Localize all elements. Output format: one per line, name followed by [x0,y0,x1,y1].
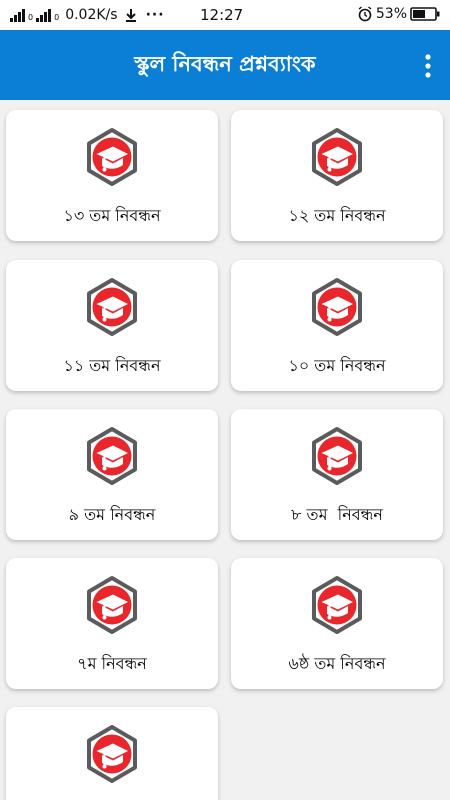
registration-card[interactable]: ১২ তম নিবন্ধন [231,110,443,241]
status-bar: 0 0 0.02K/s ··· 12:27 53% [0,0,450,30]
signal-strength-icon [10,8,25,22]
sim-indicator: 0 [28,13,34,22]
card-label: ৯ তম নিবন্ধন [68,505,156,524]
network-type-indicator: 0 [54,13,60,22]
app-title: স্কুল নিবন্ধন প্রশ্নব্যাংক [134,51,316,76]
signal-strength-icon-2 [36,8,52,22]
registration-card[interactable]: ১৩ তম নিবন্ধন [6,110,218,241]
registration-card[interactable]: ৯ তম নিবন্ধন [6,409,218,540]
graduation-cap-icon [312,278,362,336]
battery-percent: 53% [375,6,407,22]
registration-card[interactable]: ১০ তম নিবন্ধন [231,260,443,391]
registration-card[interactable]: ৭ম নিবন্ধন [6,558,218,689]
overflow-menu-icon[interactable] [424,54,432,78]
card-label: ১২ তম নিবন্ধন [288,206,386,225]
download-icon [125,9,136,22]
card-label: ১০ তম নিবন্ধন [288,356,386,375]
card-label: ১১ তম নিবন্ধন [63,356,161,375]
card-label: ৭ম নিবন্ধন [77,654,147,673]
graduation-cap-icon [312,427,362,485]
graduation-cap-icon [87,576,137,634]
card-label: ৬ষ্ঠ তম নিবন্ধন [288,654,386,673]
status-time: 12:27 [200,6,244,24]
graduation-cap-icon [312,128,362,186]
graduation-cap-icon [87,278,137,336]
registration-card[interactable]: ৬ষ্ঠ তম নিবন্ধন [231,558,443,689]
alarm-clock-icon [358,6,372,22]
more-notifications-icon: ··· [145,7,165,23]
card-label: ৮ তম নিবন্ধন [291,505,383,524]
registration-card[interactable]: ১১ তম নিবন্ধন [6,260,218,391]
graduation-cap-icon [312,576,362,634]
app-bar: স্কুল নিবন্ধন প্রশ্নব্যাংক [0,30,450,100]
graduation-cap-icon [87,427,137,485]
graduation-cap-icon [87,128,137,186]
battery-icon [410,7,440,21]
registration-card[interactable] [6,707,218,800]
card-label: ১৩ তম নিবন্ধন [63,206,161,225]
graduation-cap-icon [87,725,137,783]
registration-card[interactable]: ৮ তম নিবন্ধন [231,409,443,540]
network-speed: 0.02K/s [65,7,118,23]
